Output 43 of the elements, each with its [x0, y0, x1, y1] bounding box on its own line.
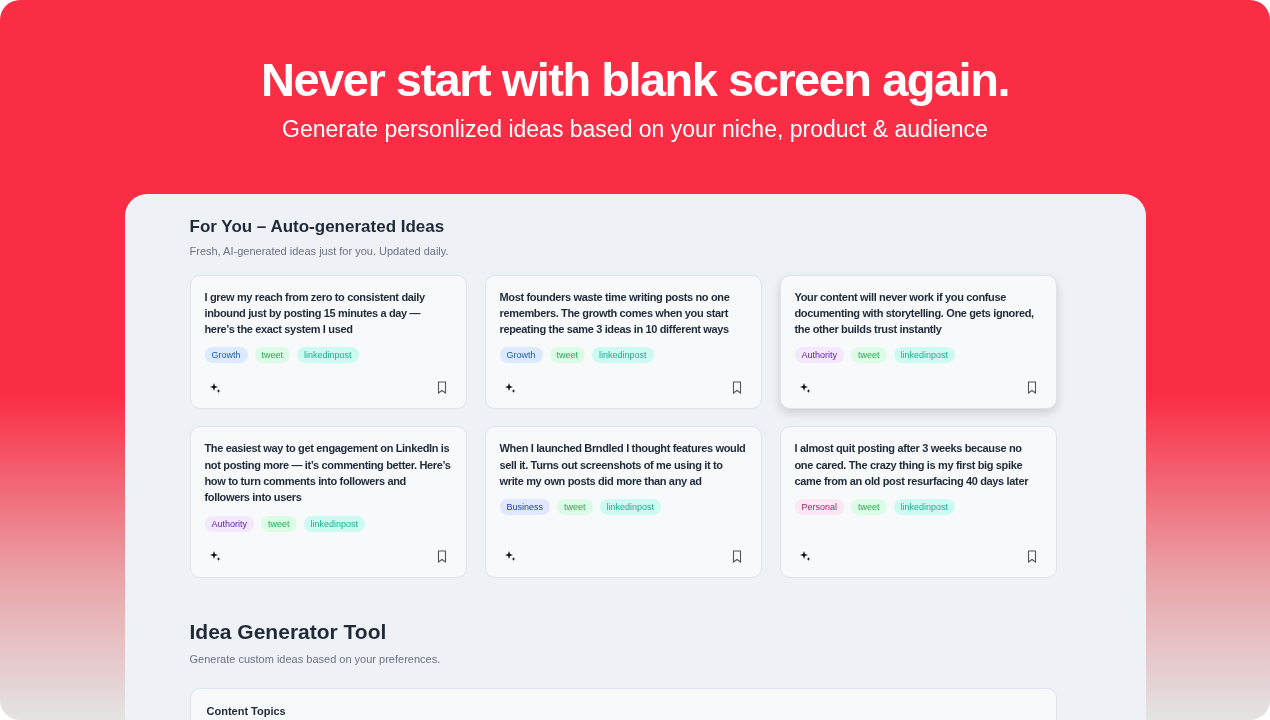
idea-text: Your content will never work if you confuse documenting with storytelling. One gets ignored, the other builds trust instantly [794, 289, 1035, 338]
hero-title: Never start with blank screen again. [261, 52, 1009, 108]
idea-text: The easiest way to get engagement on LinkedIn is not posting more — it’s commenting better. Here’s how to turn comments into followers and followers into users [204, 441, 452, 506]
idea-text: Most founders waste time writing posts no one remembers. The growth comes when you start repeating the same 3 ideas in 10 different ways [499, 289, 731, 338]
idea-card[interactable]: When I launched Brndled I thought features would sell it. Turns out screenshots of me using it to write my own posts did more than any ad Business tweet linkedinpost [484, 426, 762, 578]
tag: tweet [851, 347, 887, 364]
tag: tweet [557, 499, 593, 516]
section-subtitle: Fresh, AI-generated ideas just for you. Updated daily. [189, 244, 450, 259]
tag: Personal [794, 499, 845, 516]
tag: linkedinpost [599, 499, 662, 516]
bookmark-icon[interactable] [435, 549, 448, 563]
idea-card[interactable]: I grew my reach from zero to consistent daily inbound just by posting 15 minutes a day — here’s the exact system I used Growth tweet linkedinpost [189, 274, 467, 410]
section-title: For You – Auto-generated Ideas [189, 215, 446, 238]
tag: Authority [204, 515, 255, 532]
tag: Business [499, 499, 551, 516]
hero-subtitle: Generate personlized ideas based on your niche, product & audience [282, 115, 988, 144]
idea-card[interactable]: Most founders waste time writing posts no one remembers. The growth comes when you start repeating the same 3 ideas in 10 different ways Growth tweet linkedinpost [484, 274, 762, 410]
tag: Growth [499, 347, 543, 364]
tag: linkedinpost [592, 347, 654, 364]
tag: linkedinpost [893, 347, 956, 364]
panel-title: Content Topics [206, 703, 287, 719]
idea-text: When I launched Brndled I thought features would sell it. Turns out screenshots of me using it to write my own posts did more than any ad [499, 441, 747, 489]
bookmark-icon[interactable] [1025, 381, 1038, 395]
tag: linkedinpost [893, 499, 956, 516]
bookmark-icon[interactable] [730, 381, 743, 395]
tag: Authority [794, 347, 845, 364]
tag: tweet [851, 499, 887, 516]
tag: tweet [261, 515, 297, 532]
section-subtitle: Generate custom ideas based on your preferences. [189, 652, 442, 668]
idea-card[interactable]: I almost quit posting after 3 weeks because no one cared. The crazy thing is my first big spike came from an old post resurfacing 40 days later Personal tweet linkedinpost [779, 426, 1057, 578]
tag: tweet [549, 347, 586, 364]
tag: linkedinpost [297, 347, 359, 364]
bookmark-icon[interactable] [435, 381, 448, 395]
tag: linkedinpost [303, 515, 366, 532]
idea-text: I grew my reach from zero to consistent daily inbound just by posting 15 minutes a day — here’s the exact system I used [204, 289, 426, 338]
tag: Growth [204, 347, 248, 364]
section-title: Idea Generator Tool [189, 618, 388, 645]
bookmark-icon[interactable] [1025, 549, 1038, 563]
tag: tweet [254, 347, 291, 364]
idea-text: I almost quit posting after 3 weeks because no one cared. The crazy thing is my first big spike came from an old post resurfacing 40 days later [794, 441, 1030, 489]
idea-card[interactable]: The easiest way to get engagement on LinkedIn is not posting more — it’s commenting better. Here’s how to turn comments into followers and followers into users Authority tweet linkedinpost [189, 426, 467, 578]
bookmark-icon[interactable] [730, 549, 743, 563]
idea-card[interactable]: Your content will never work if you confuse documenting with storytelling. One gets ignored, the other builds trust instantly Authority tweet linkedinpost [779, 274, 1057, 410]
